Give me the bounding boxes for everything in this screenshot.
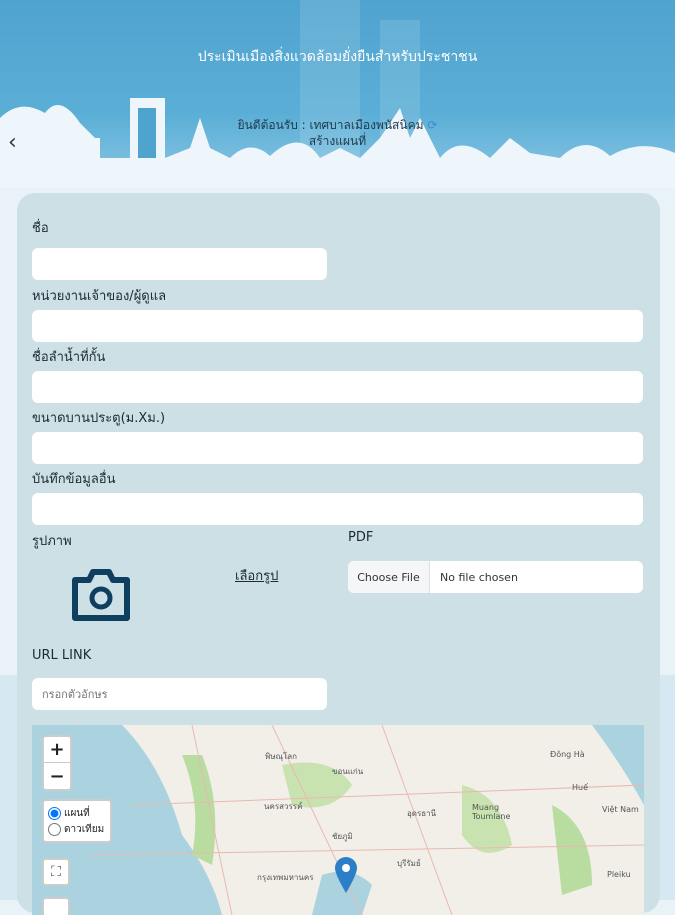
location-marker-icon[interactable] bbox=[335, 857, 357, 893]
page-subtitle: สร้างแผนที่ bbox=[308, 134, 367, 148]
welcome-user: ยินดีต้อนรับ : เทศบาลเมืองพนัสนิคม bbox=[237, 118, 424, 132]
zoom-out-button[interactable]: − bbox=[44, 763, 70, 789]
layer-switcher: แผนที่ ดาวเทียม bbox=[42, 799, 112, 843]
welcome-text: ยินดีต้อนรับ : เทศบาลเมืองพนัสนิคม ⟳ สร้… bbox=[0, 117, 675, 149]
map-place-label: Việt Nam bbox=[602, 805, 639, 814]
map-place-label: กรุงเทพมหานคร bbox=[257, 873, 314, 882]
choose-file-button[interactable]: Choose File bbox=[348, 561, 430, 593]
map-place-label: พิษณุโลก bbox=[265, 752, 298, 761]
map-place-label: นครสวรรค์ bbox=[264, 802, 303, 811]
map-view[interactable]: พิษณุโลก นครสวรรค์ กรุงเทพมหานคร อุดรธาน… bbox=[32, 725, 644, 915]
header-banner: ประเมินเมืองสิ่งแวดล้อมยั่งยืนสำหรับประช… bbox=[0, 0, 675, 188]
name-input[interactable] bbox=[32, 248, 327, 280]
url-label: URL LINK bbox=[32, 648, 92, 663]
pdf-file-input[interactable]: Choose File No file chosen bbox=[348, 561, 643, 593]
map-place-label: ขอนแก่น bbox=[332, 767, 364, 776]
map-place-label: Huế bbox=[572, 783, 589, 792]
file-status: No file chosen bbox=[440, 570, 518, 584]
layer-map-label: แผนที่ bbox=[64, 807, 90, 819]
refresh-icon[interactable]: ⟳ bbox=[427, 118, 437, 132]
create-map-form: ชื่อ หน่วยงานเจ้าของ/ผู้ดูแล ชื่อลำน้ำที… bbox=[17, 193, 660, 915]
page-title: ประเมินเมืองสิ่งแวดล้อมยั่งยืนสำหรับประช… bbox=[197, 49, 478, 65]
notes-label: บันทึกข้อมูลอื่น bbox=[32, 472, 116, 487]
gate-size-input[interactable] bbox=[32, 432, 643, 464]
pdf-label: PDF bbox=[348, 530, 374, 545]
owner-label: หน่วยงานเจ้าของ/ผู้ดูแล bbox=[32, 289, 167, 304]
map-place-label: Muang Toumlane bbox=[472, 803, 511, 821]
map-place-label: ชัยภูมิ bbox=[332, 832, 353, 841]
name-label: ชื่อ bbox=[32, 221, 49, 236]
layer-satellite-radio[interactable] bbox=[48, 822, 61, 836]
layer-satellite-label: ดาวเทียม bbox=[64, 823, 105, 835]
river-input[interactable] bbox=[32, 371, 643, 403]
layer-map-radio[interactable] bbox=[48, 806, 61, 820]
river-label: ชื่อลำน้ำที่กั้น bbox=[32, 350, 106, 365]
notes-input[interactable] bbox=[32, 493, 643, 525]
map-place-label: บุรีรัมย์ bbox=[397, 859, 421, 868]
owner-input[interactable] bbox=[32, 310, 643, 342]
back-chevron-left-icon[interactable]: ‹ bbox=[8, 130, 17, 155]
map-place-label: Pleiku bbox=[607, 870, 631, 879]
fullscreen-icon[interactable]: ⛶ bbox=[42, 858, 70, 886]
gate-size-label: ขนาดบานประตู(ม.Xม.) bbox=[32, 411, 166, 426]
zoom-control: + − bbox=[42, 735, 72, 791]
camera-icon[interactable] bbox=[71, 568, 131, 622]
map-place-label: อุดรธานี bbox=[407, 809, 437, 818]
choose-image-link[interactable]: เลือกรูป bbox=[235, 565, 278, 586]
image-label: รูปภาพ bbox=[32, 534, 72, 549]
url-input[interactable] bbox=[32, 678, 327, 710]
layer-option-satellite[interactable]: ดาวเทียม bbox=[48, 821, 106, 837]
zoom-in-button[interactable]: + bbox=[44, 737, 70, 763]
map-place-label: Đông Hà bbox=[550, 750, 585, 759]
layer-option-map[interactable]: แผนที่ bbox=[48, 805, 106, 821]
